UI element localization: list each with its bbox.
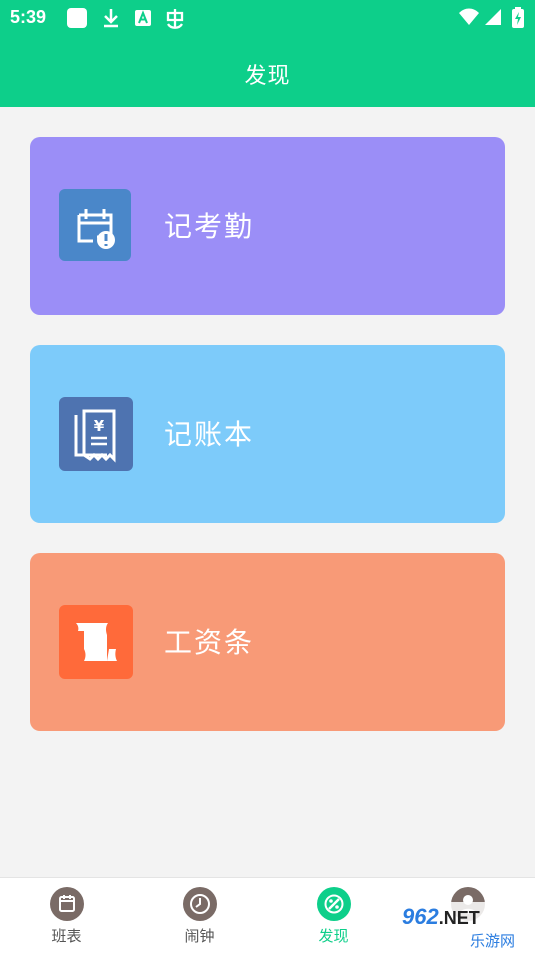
attendance-label: 记考勤 — [164, 210, 255, 243]
ledger-card[interactable]: ¥ 记账本 — [30, 345, 505, 523]
app-icon — [67, 8, 87, 28]
status-time: 5:39 — [10, 7, 47, 27]
app-header: 发现 — [0, 36, 535, 107]
ledger-receipt-icon: ¥ — [59, 397, 133, 471]
page-title: 发现 — [244, 64, 291, 89]
payslip-card[interactable]: 工资条 — [30, 553, 505, 731]
watermark: 962.NET 乐游网 — [398, 902, 535, 952]
tab-alarm-label: 闹钟 — [184, 927, 215, 945]
watermark-text: 乐游网 — [470, 932, 516, 950]
schedule-icon — [49, 887, 84, 921]
tab-schedule[interactable]: 班表 — [0, 878, 133, 953]
clock-icon — [182, 887, 217, 921]
attendance-card[interactable]: 记考勤 — [30, 137, 505, 315]
watermark-number: 962.NET — [402, 904, 480, 929]
status-bar: 5:39 — [0, 0, 535, 36]
payslip-scroll-icon — [59, 605, 133, 679]
a-icon — [135, 10, 151, 26]
signal-icon — [485, 9, 501, 25]
discover-icon — [316, 887, 351, 921]
tab-discover-label: 发现 — [318, 927, 349, 945]
download-icon — [104, 9, 118, 28]
battery-icon — [512, 7, 524, 28]
tab-schedule-label: 班表 — [51, 927, 82, 945]
wifi-icon — [459, 8, 479, 25]
tab-discover[interactable]: 发现 — [267, 878, 400, 953]
svg-text:¥: ¥ — [94, 417, 105, 435]
attendance-calendar-icon — [59, 189, 131, 261]
ledger-label: 记账本 — [164, 418, 255, 451]
payslip-label: 工资条 — [164, 626, 255, 659]
tab-alarm[interactable]: 闹钟 — [133, 878, 266, 953]
bug-icon — [166, 9, 184, 29]
